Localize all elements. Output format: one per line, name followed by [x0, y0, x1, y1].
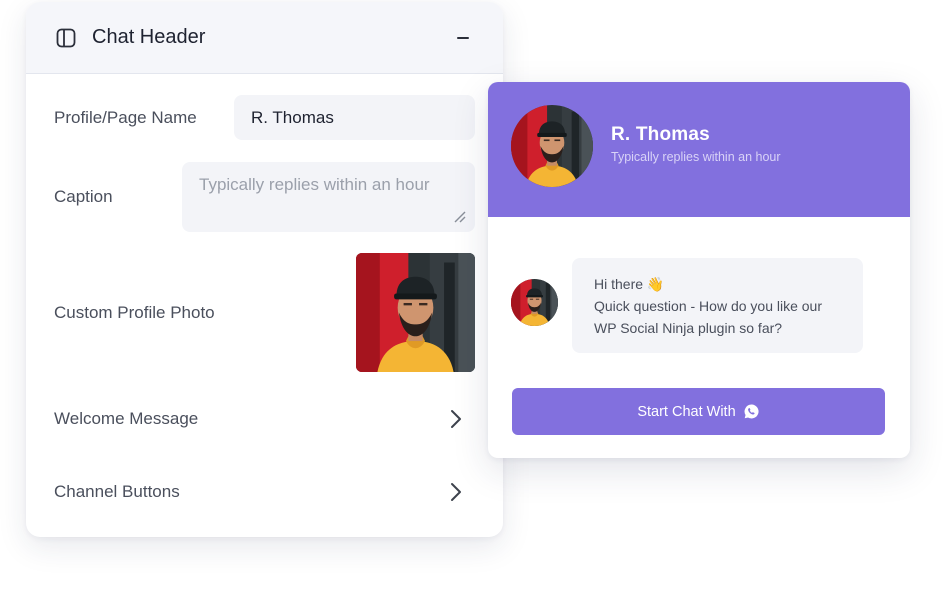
welcome-message-row[interactable]: Welcome Message — [26, 395, 503, 445]
caption-textarea[interactable] — [182, 162, 475, 232]
chat-profile-name: R. Thomas — [611, 124, 710, 145]
channel-buttons-label: Channel Buttons — [54, 482, 180, 501]
chat-widget-header: R. Thomas Typically replies within an ho… — [488, 82, 910, 217]
chevron-right-icon — [451, 483, 461, 501]
message-line: WP Social Ninja plugin so far? — [594, 320, 783, 336]
sidebar-panel-icon — [56, 28, 76, 48]
chevron-right-icon — [451, 410, 461, 428]
custom-photo-label: Custom Profile Photo — [54, 303, 215, 322]
profile-name-input[interactable] — [234, 95, 475, 140]
panel-title: Chat Header — [92, 26, 206, 48]
chat-profile-caption: Typically replies within an hour — [611, 150, 781, 164]
start-chat-label: Start Chat With — [637, 403, 736, 420]
minus-icon[interactable] — [452, 27, 474, 49]
channel-buttons-row[interactable]: Channel Buttons — [26, 468, 503, 518]
welcome-message-bubble: Hi there 👋 Quick question - How do you l… — [572, 258, 863, 353]
caption-label: Caption — [54, 187, 113, 206]
message-avatar — [511, 279, 558, 326]
avatar — [511, 105, 593, 187]
chat-header-settings-panel: Chat Header Profile/Page Name Caption Cu… — [26, 2, 503, 537]
profile-name-label: Profile/Page Name — [54, 108, 197, 127]
resize-grip-icon[interactable] — [453, 210, 467, 224]
welcome-message-label: Welcome Message — [54, 409, 199, 428]
message-line: Quick question - How do you like our — [594, 298, 822, 314]
message-line: Hi there 👋 — [594, 276, 665, 292]
panel-header[interactable]: Chat Header — [26, 2, 503, 74]
whatsapp-icon — [744, 404, 759, 419]
start-chat-button[interactable]: Start Chat With — [512, 388, 885, 435]
custom-profile-photo[interactable] — [356, 253, 475, 372]
chat-widget-preview: R. Thomas Typically replies within an ho… — [488, 82, 910, 458]
